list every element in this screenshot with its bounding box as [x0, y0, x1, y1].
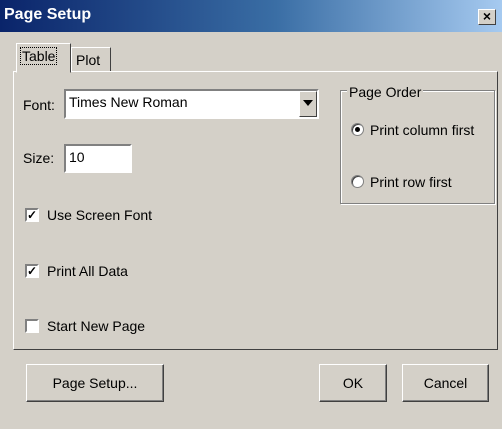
font-value: Times New Roman — [69, 94, 188, 110]
tab-plot[interactable]: Plot — [71, 47, 111, 72]
font-combobox[interactable]: Times New Roman — [64, 89, 319, 119]
print-all-data-label: Print All Data — [47, 263, 128, 279]
print-column-first-label: Print column first — [370, 122, 475, 138]
close-icon: × — [482, 8, 492, 24]
page-setup-button[interactable]: Page Setup... — [26, 364, 164, 402]
print-row-first-label: Print row first — [370, 174, 452, 190]
start-new-page-label: Start New Page — [47, 318, 146, 334]
size-value: 10 — [69, 149, 85, 165]
cancel-button[interactable]: Cancel — [402, 364, 489, 402]
font-label: Font: — [23, 97, 55, 113]
print-row-first-radio[interactable] — [351, 175, 364, 188]
chevron-down-icon — [303, 100, 313, 106]
print-all-data-checkbox[interactable]: ✓ — [25, 264, 39, 278]
window-title: Page Setup — [4, 6, 92, 23]
ok-button[interactable]: OK — [319, 364, 387, 402]
close-button[interactable]: × — [478, 9, 496, 25]
size-label: Size: — [23, 150, 55, 166]
tab-plot-label: Plot — [76, 52, 101, 68]
check-icon: ✓ — [27, 208, 38, 222]
tab-table[interactable]: Table — [16, 43, 71, 73]
print-column-first-radio[interactable] — [351, 123, 364, 136]
use-screen-font-checkbox[interactable]: ✓ — [25, 208, 39, 222]
check-icon: ✓ — [27, 264, 38, 278]
title-bar: Page Setup × — [0, 0, 502, 32]
tab-table-label: Table — [19, 47, 58, 65]
font-dropdown-button[interactable] — [299, 91, 317, 117]
use-screen-font-label: Use Screen Font — [47, 207, 153, 223]
size-input[interactable]: 10 — [64, 144, 132, 173]
radio-dot-icon — [355, 127, 360, 132]
page-order-title: Page Order — [347, 84, 424, 100]
start-new-page-checkbox[interactable] — [25, 319, 39, 333]
